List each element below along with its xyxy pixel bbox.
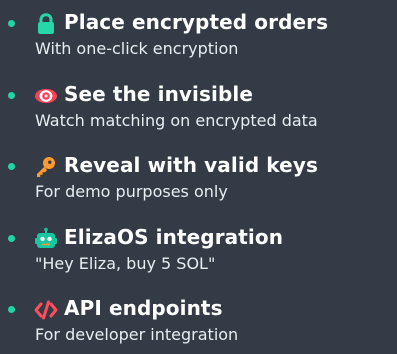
feature-title: ElizaOS integration <box>64 225 284 249</box>
feature-title: Place encrypted orders <box>64 10 329 34</box>
feature-item-elizaos: ElizaOS integration "Hey Eliza, buy 5 SO… <box>0 219 397 279</box>
bullet <box>8 163 15 170</box>
feature-item-reveal-keys: Reveal with valid keys For demo purposes… <box>0 147 397 207</box>
bullet <box>8 92 15 99</box>
bullet <box>8 235 15 242</box>
bullet <box>8 306 15 313</box>
robot-icon <box>34 227 58 251</box>
feature-item-encrypted-orders: Place encrypted orders With one-click en… <box>0 4 397 64</box>
feature-subtitle: "Hey Eliza, buy 5 SOL" <box>35 254 216 273</box>
lock-icon <box>34 12 58 36</box>
feature-subtitle: For demo purposes only <box>35 182 228 201</box>
feature-item-api-endpoints: API endpoints For developer integration <box>0 290 397 350</box>
code-icon <box>34 298 58 322</box>
feature-subtitle: For developer integration <box>35 325 239 344</box>
feature-subtitle: Watch matching on encrypted data <box>35 111 318 130</box>
feature-list: Place encrypted orders With one-click en… <box>0 0 397 354</box>
bullet <box>8 20 15 27</box>
feature-subtitle: With one-click encryption <box>35 39 239 58</box>
feature-title: Reveal with valid keys <box>64 153 318 177</box>
feature-title: API endpoints <box>64 296 223 320</box>
key-icon <box>34 155 58 179</box>
feature-title: See the invisible <box>64 82 254 106</box>
feature-item-see-invisible: See the invisible Watch matching on encr… <box>0 76 397 136</box>
eye-icon <box>34 84 58 108</box>
